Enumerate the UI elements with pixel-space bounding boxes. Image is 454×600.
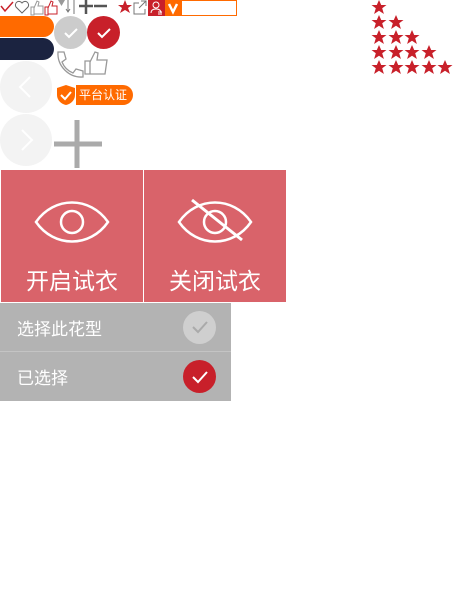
plus-icon[interactable] [78, 0, 94, 14]
sort-icon[interactable] [65, 0, 77, 14]
star-icon [404, 45, 420, 59]
star-icon [421, 60, 436, 74]
share-icon[interactable] [133, 0, 147, 15]
minus-icon[interactable] [94, 0, 107, 14]
star-icon [371, 45, 387, 59]
star-icon [388, 15, 403, 29]
check-circle-red-icon[interactable] [87, 16, 120, 49]
navy-pill-button[interactable] [0, 38, 54, 60]
open-tryon-label: 开启试衣 [26, 268, 118, 294]
thumbs-up-icon[interactable] [84, 50, 109, 76]
heart-icon[interactable] [14, 0, 30, 14]
check-icon [0, 0, 14, 14]
thumbs-up-outline-icon[interactable] [30, 0, 44, 16]
open-tryon-button[interactable]: 开启试衣 [1, 170, 143, 302]
check-circle-gray-icon[interactable] [183, 310, 216, 344]
star-icon [371, 60, 387, 74]
star-rating-4 [371, 45, 454, 60]
platform-verified-badge: 平台认证 [55, 84, 134, 106]
thumbs-up-red-icon[interactable] [44, 0, 58, 16]
phone-icon[interactable] [54, 50, 84, 80]
chevron-right-icon [21, 129, 34, 151]
star-rating-3 [371, 30, 454, 45]
star-ratings [371, 0, 454, 75]
add-icon[interactable] [52, 118, 102, 170]
star-icon [371, 30, 387, 44]
dropdown-v-icon[interactable] [165, 0, 182, 16]
search-input[interactable] [182, 0, 237, 16]
next-button[interactable] [0, 114, 52, 166]
select-pattern-label: 选择此花型 [17, 319, 102, 339]
chevron-left-icon [18, 76, 31, 98]
star-icon[interactable] [117, 0, 133, 15]
star-icon [388, 45, 403, 59]
star-rating-2 [371, 15, 454, 30]
star-icon [371, 0, 387, 14]
user-icon[interactable] [148, 0, 165, 16]
triangle-down-icon [58, 0, 65, 8]
star-icon [371, 15, 387, 29]
star-rating-5 [371, 60, 454, 75]
star-icon [421, 45, 436, 59]
close-tryon-label: 关闭试衣 [169, 268, 261, 294]
star-icon [404, 60, 420, 74]
selected-pattern-label: 已选择 [17, 369, 68, 388]
close-tryon-button[interactable]: 关闭试衣 [144, 170, 286, 302]
star-rating-1 [371, 0, 454, 15]
star-icon [388, 60, 403, 74]
eye-icon [34, 201, 110, 243]
eye-off-icon [177, 198, 253, 243]
star-icon [437, 60, 453, 74]
check-circle-gray-icon[interactable] [54, 16, 87, 49]
badge-label: 平台认证 [76, 85, 134, 105]
prev-button[interactable] [0, 61, 52, 113]
selected-pattern-row[interactable]: 已选择 [0, 352, 231, 401]
select-pattern-row[interactable]: 选择此花型 [0, 303, 231, 352]
orange-pill-button[interactable] [0, 16, 54, 37]
check-circle-red-icon[interactable] [183, 360, 216, 393]
star-icon [388, 30, 403, 44]
shield-check-icon [57, 85, 75, 105]
star-icon [404, 30, 420, 44]
